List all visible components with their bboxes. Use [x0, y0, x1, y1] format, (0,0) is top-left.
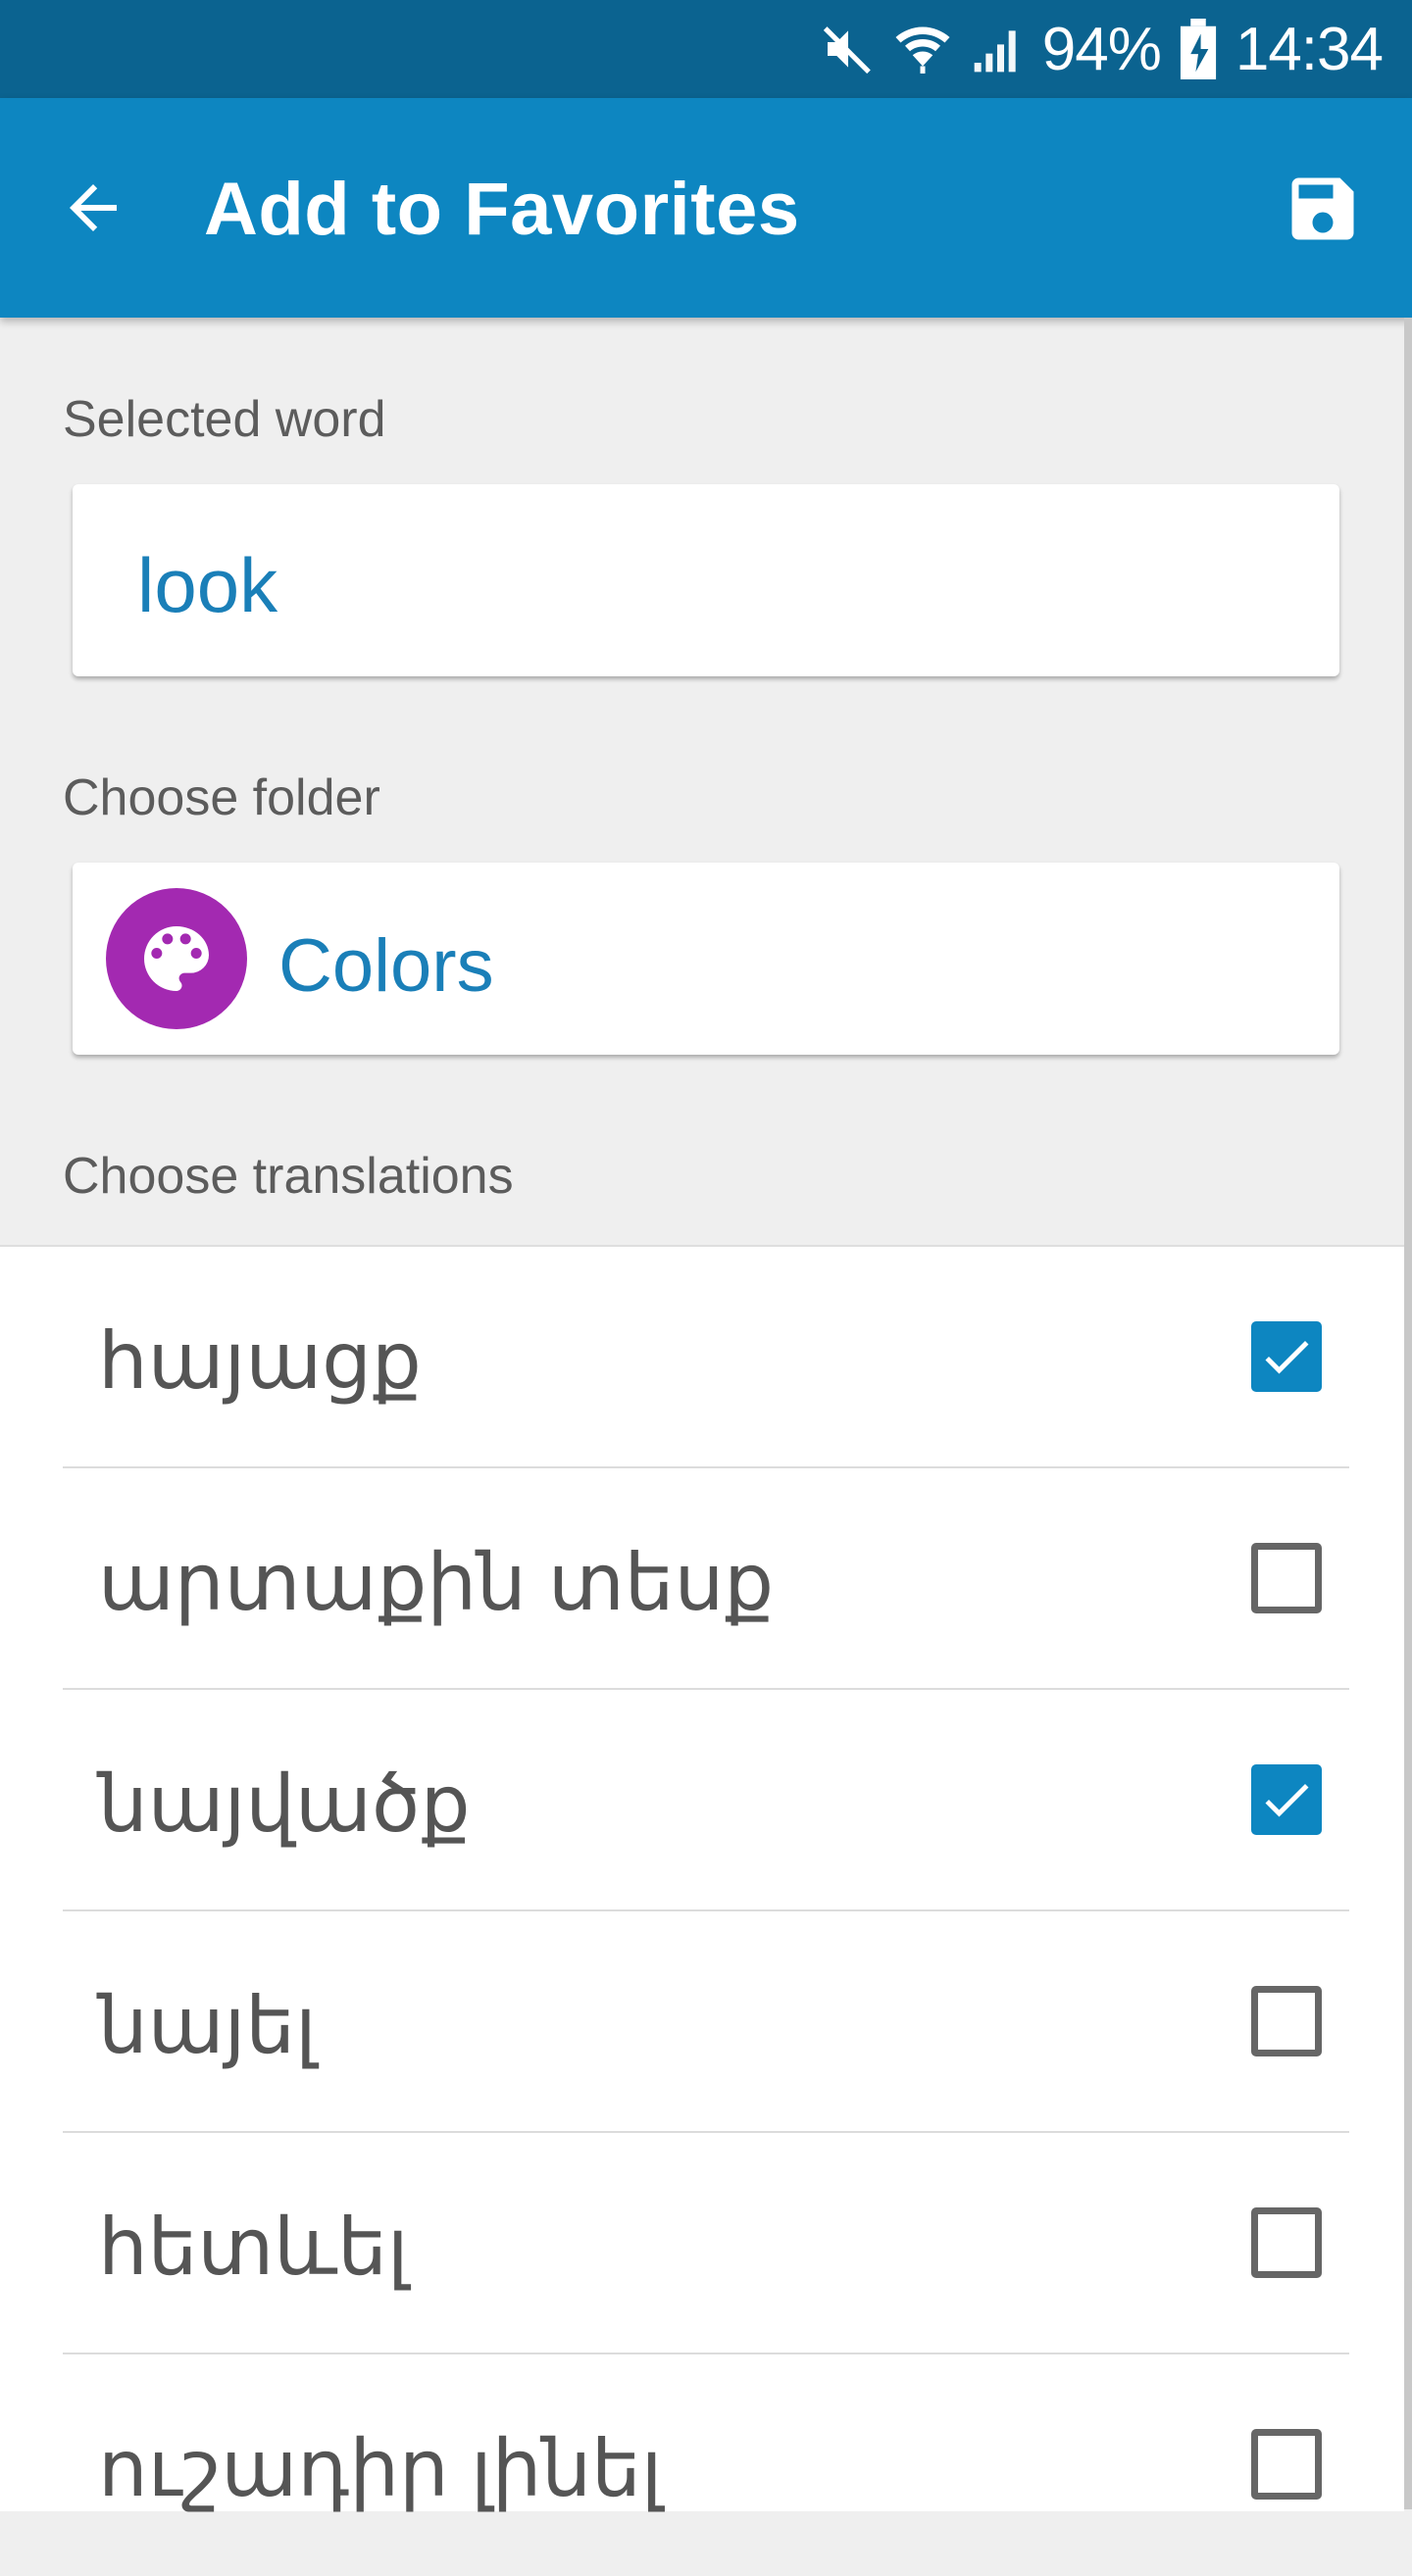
save-button[interactable] [1279, 165, 1367, 253]
translation-item[interactable]: ուշադիր լինել [0, 2354, 1404, 2576]
translation-checkbox[interactable] [1251, 2429, 1322, 2500]
selected-word-label: Selected word [63, 391, 386, 448]
check-icon [1265, 1341, 1309, 1374]
palette-icon [144, 926, 209, 991]
save-icon [1291, 177, 1354, 240]
translation-checkbox[interactable] [1251, 1543, 1322, 1613]
translation-checkbox[interactable] [1251, 2207, 1322, 2278]
check-icon [1265, 1784, 1309, 1817]
translation-item[interactable]: հայացք [0, 1247, 1404, 1468]
translation-label: նայվածք [98, 1760, 471, 1848]
mute-icon [821, 22, 876, 76]
translation-item[interactable]: արտաքին տեսք [0, 1468, 1404, 1690]
translation-label: հետևել [98, 2204, 409, 2291]
arrow-back-icon [70, 184, 117, 231]
translation-checkbox-checked[interactable] [1251, 1764, 1322, 1835]
translation-checkbox-checked[interactable] [1251, 1321, 1322, 1392]
app-bar: Add to Favorites [0, 98, 1412, 318]
translations-list: հայացք արտաքին տեսք նայվածք նայել հետևել… [0, 1245, 1404, 2512]
translation-label: նայել [98, 1982, 317, 2069]
back-button[interactable] [39, 159, 147, 257]
scrollbar[interactable] [1404, 318, 1412, 2509]
choose-translations-label: Choose translations [63, 1148, 514, 1205]
folder-name: Colors [278, 924, 494, 1008]
selected-word-value: look [137, 542, 278, 628]
battery-percent: 94% [1041, 15, 1162, 83]
folder-selector[interactable]: Colors [73, 863, 1339, 1055]
status-bar: 94% 14:34 [0, 0, 1412, 98]
translation-label: ուշադիր լինել [98, 2425, 663, 2512]
selected-word-field[interactable]: look [73, 484, 1339, 676]
status-icons: 94% 14:34 [821, 0, 1384, 98]
page-title: Add to Favorites [204, 168, 800, 251]
translation-item[interactable]: նայվածք [0, 1690, 1404, 1911]
wifi-icon [893, 20, 952, 78]
translation-item[interactable]: հետևել [0, 2133, 1404, 2354]
translation-label: արտաքին տեսք [98, 1539, 775, 1626]
translation-checkbox[interactable] [1251, 1986, 1322, 2056]
clock: 14:34 [1235, 15, 1384, 83]
battery-charging-icon [1179, 19, 1218, 79]
choose-folder-label: Choose folder [63, 769, 380, 826]
folder-avatar [106, 888, 247, 1029]
translation-item[interactable]: նայել [0, 1911, 1404, 2133]
translation-label: հայացք [98, 1317, 422, 1405]
signal-icon [970, 22, 1025, 76]
